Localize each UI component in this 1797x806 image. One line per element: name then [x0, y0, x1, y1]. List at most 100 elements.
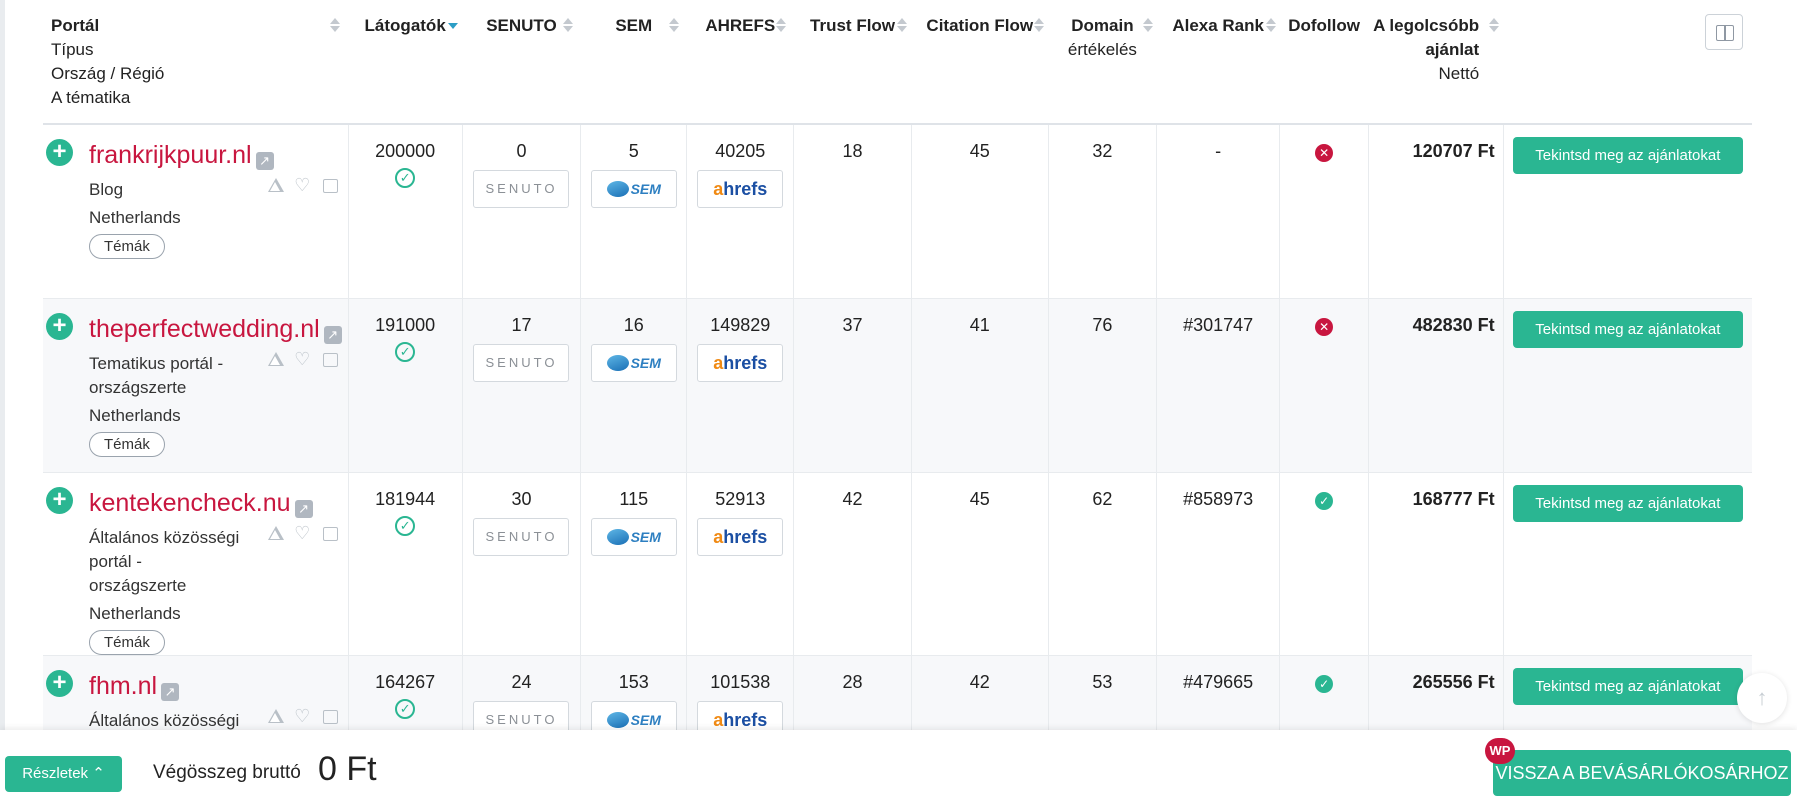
portal-link[interactable]: fhm.nl	[89, 672, 157, 701]
portal-link[interactable]: kentekencheck.nu	[89, 489, 291, 518]
ahrefs-value: 52913	[715, 488, 766, 509]
ahrefs-cell: 52913 ahrefs	[686, 472, 795, 656]
heart-icon[interactable]: ♡	[294, 707, 311, 725]
senuto-logo[interactable]: SENUTO	[473, 517, 570, 556]
domain-rating-value: 53	[1092, 671, 1113, 692]
sem-logo[interactable]: SEM	[590, 343, 677, 382]
col-actions	[1503, 0, 1752, 125]
external-link-icon[interactable]: ↗	[323, 325, 342, 344]
heart-icon[interactable]: ♡	[294, 176, 311, 194]
add-to-cart-icon[interactable]: +	[46, 139, 73, 166]
dofollow-cell: ✓	[1279, 472, 1369, 656]
senuto-logo[interactable]: SENUTO	[473, 343, 570, 382]
view-offers-button[interactable]: Tekintsd meg az ajánlatokat	[1512, 310, 1743, 348]
visitors-value: 181944	[375, 488, 436, 509]
note-icon[interactable]	[321, 708, 338, 725]
alexa-rank-cell: #858973	[1156, 472, 1281, 656]
visitors-cell: 191000 ✓	[348, 298, 463, 473]
ahrefs-logo[interactable]: ahrefs	[697, 343, 784, 382]
sem-logo[interactable]: SEM	[590, 170, 677, 208]
col-price[interactable]: A legolcsóbb ajánlat Nettó	[1368, 0, 1504, 125]
topics-button[interactable]: Témák	[89, 234, 165, 259]
col-domain-rating[interactable]: Domain értékelés	[1048, 0, 1157, 125]
alexa-rank-cell: -	[1156, 124, 1281, 299]
row-actions: ♡	[267, 524, 338, 542]
scroll-to-top-button[interactable]: ↑	[1737, 673, 1787, 723]
details-button-label: Részletek	[22, 765, 89, 782]
external-link-icon[interactable]: ↗	[255, 152, 274, 170]
ahrefs-logo-rest: hrefs	[723, 179, 768, 199]
price-value: 482830 Ft	[1412, 314, 1495, 335]
ahrefs-logo-a: a	[713, 526, 724, 547]
chevron-up-icon: ⌃	[92, 765, 105, 782]
col-visitors[interactable]: Látogatók	[348, 0, 463, 125]
external-link-icon[interactable]: ↗	[161, 682, 180, 701]
warning-icon[interactable]	[267, 708, 284, 725]
ahrefs-cell: 149829 ahrefs	[686, 298, 795, 473]
domain-rating-cell: 76	[1048, 298, 1158, 473]
senuto-value: 24	[511, 671, 532, 692]
col-ahrefs[interactable]: AHREFS	[686, 0, 794, 125]
ahrefs-logo-rest: hrefs	[723, 709, 768, 730]
warning-icon[interactable]	[267, 351, 284, 368]
col-alexa-rank[interactable]: Alexa Rank	[1156, 0, 1280, 125]
row-actions: ♡	[267, 350, 338, 368]
visitors-cell: 200000 ✓	[348, 124, 463, 299]
note-icon[interactable]	[321, 177, 338, 194]
senuto-cell: 17 SENUTO	[462, 298, 582, 473]
col-trust-flow[interactable]: Trust Flow	[793, 0, 912, 125]
col-topic-label: A tématika	[51, 88, 131, 107]
warning-icon[interactable]	[267, 177, 284, 194]
portal-link[interactable]: theperfectwedding.nl	[89, 315, 320, 344]
row-actions: ♡	[267, 176, 338, 194]
back-to-cart-button[interactable]: VISSZA A BEVÁSÁRLÓKOSÁRHOZ	[1493, 750, 1791, 796]
details-button[interactable]: Részletek ⌃	[5, 756, 122, 792]
sem-cell: 16 SEM	[580, 298, 688, 473]
ahrefs-logo-a: a	[713, 179, 724, 199]
ahrefs-logo[interactable]: ahrefs	[697, 170, 784, 208]
note-icon[interactable]	[321, 525, 338, 542]
domain-rating-cell: 62	[1048, 472, 1158, 656]
col-citation-flow-label: Citation Flow	[926, 16, 1034, 35]
view-offers-button[interactable]: Tekintsd meg az ajánlatokat	[1512, 667, 1743, 705]
sem-cell: 115 SEM	[580, 472, 688, 656]
offer-cell: Tekintsd meg az ajánlatokat	[1503, 298, 1752, 473]
portal-link[interactable]: frankrijkpuur.nl	[89, 141, 252, 170]
citation-flow-value: 45	[969, 141, 990, 161]
col-sem[interactable]: SEM	[580, 0, 687, 125]
total-label: Végösszeg bruttó	[153, 762, 301, 783]
price-cell: 120707 Ft	[1368, 124, 1504, 299]
add-to-cart-icon[interactable]: +	[46, 312, 73, 340]
warning-icon[interactable]	[267, 525, 284, 542]
external-link-icon[interactable]: ↗	[294, 499, 313, 518]
col-senuto-label: SENUTO	[486, 16, 557, 35]
view-offers-button[interactable]: Tekintsd meg az ajánlatokat	[1512, 137, 1743, 174]
col-type-label: Típus	[51, 40, 94, 59]
table-header-row: Portál Típus Ország / Régió A tématika L…	[43, 0, 1752, 125]
heart-icon[interactable]: ♡	[294, 350, 311, 368]
x-circle-icon: ✕	[1315, 317, 1334, 336]
senuto-cell: 0 SENUTO	[462, 124, 582, 299]
note-icon[interactable]	[321, 351, 338, 368]
sem-logo[interactable]: SEM	[590, 517, 677, 556]
col-citation-flow[interactable]: Citation Flow	[911, 0, 1049, 125]
add-to-cart-icon[interactable]: +	[46, 669, 73, 697]
senuto-logo[interactable]: SENUTO	[473, 170, 570, 208]
ahrefs-logo-a: a	[713, 709, 724, 730]
col-senuto[interactable]: SENUTO	[462, 0, 581, 125]
col-portal[interactable]: Portál Típus Ország / Régió A tématika	[43, 0, 349, 125]
citation-flow-value: 45	[969, 488, 990, 509]
domain-rating-value: 62	[1092, 488, 1113, 509]
portal-type: Tematikus portál - országszerte	[89, 353, 224, 397]
alexa-rank-value: #858973	[1183, 488, 1254, 509]
globe-icon	[606, 181, 629, 197]
ahrefs-logo[interactable]: ahrefs	[697, 517, 784, 556]
add-to-cart-icon[interactable]: +	[46, 486, 73, 514]
citation-flow-cell: 45	[911, 472, 1049, 656]
heart-icon[interactable]: ♡	[294, 524, 311, 542]
table-row: + frankrijkpuur.nl ↗ Blog Netherlands Tém…	[43, 124, 1752, 299]
column-toggle-icon[interactable]	[1705, 14, 1743, 50]
topics-button[interactable]: Témák	[89, 629, 165, 655]
topics-button[interactable]: Témák	[89, 431, 165, 457]
view-offers-button[interactable]: Tekintsd meg az ajánlatokat	[1512, 484, 1743, 522]
